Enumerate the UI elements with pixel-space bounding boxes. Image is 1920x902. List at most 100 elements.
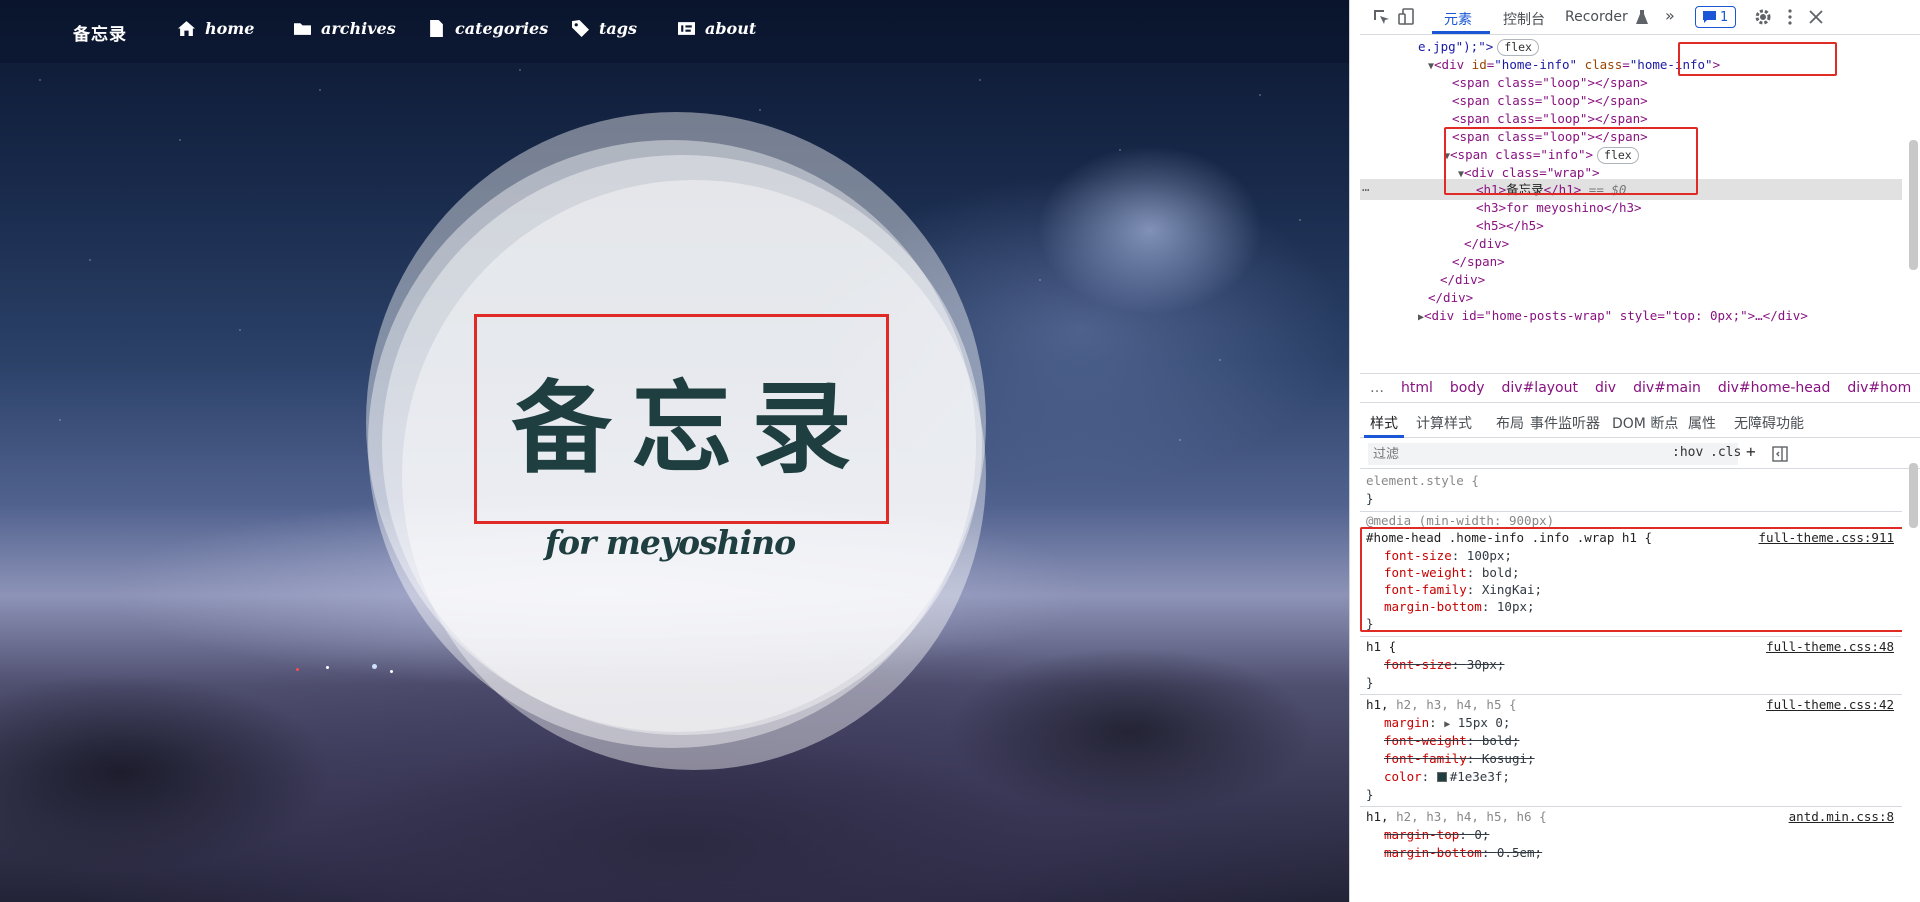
close-devtools-icon[interactable] [1807,8,1825,26]
css-declaration-overridden[interactable]: font-family: Kosugi; [1366,750,1898,768]
selector-text-dim: h2, h3, h4, h5 { [1396,697,1517,712]
nav-about[interactable]: about [678,19,756,38]
message-icon [1703,11,1716,23]
breadcrumb: … html body div#layout div div#main div#… [1360,373,1920,403]
tree-line[interactable]: ▶<div id="home-posts-wrap" style="top: 0… [1360,305,1902,326]
tree-tag: </div> [1428,290,1474,305]
breadcrumb-item[interactable]: div#layout [1502,380,1578,396]
rule-selector[interactable]: element.style { [1366,472,1898,490]
css-value: 0; [1474,827,1490,842]
css-property: font-size [1384,657,1452,672]
subtab-accessibility[interactable]: 无障碍功能 [1734,413,1804,433]
breadcrumb-item[interactable]: html [1401,380,1433,396]
tree-attr-value: "home-info" [1494,57,1578,72]
site-brand[interactable]: 备忘录 [73,20,127,45]
css-value: #1e3e3f; [1449,769,1510,784]
styles-scrollbar-thumb[interactable] [1909,463,1918,528]
add-rule-icon[interactable]: + [1746,442,1756,461]
tree-tag: <div id="home-posts-wrap" style="top: 0p… [1424,308,1808,323]
nav-archives[interactable]: archives [294,19,396,38]
selector-text: element.style { [1366,473,1479,488]
css-value: 15px 0; [1457,715,1511,730]
inspect-element-icon[interactable] [1372,8,1390,26]
source-link[interactable]: full-theme.css:48 [1766,638,1894,656]
subtab-active-indicator [1364,435,1404,438]
css-value: Kosugi; [1481,751,1535,766]
subtab-computed[interactable]: 计算样式 [1416,413,1472,433]
toggle-sidebar-icon[interactable] [1772,446,1788,462]
highlight-box-rule [1360,527,1902,632]
breadcrumb-overflow[interactable]: … [1370,380,1384,396]
elements-tree: e.jpg");"> flex ▼<div id="home-info" clas… [1360,36,1902,369]
class-toggle-button[interactable]: .cls [1710,445,1741,460]
tab-recorder[interactable]: Recorder [1565,9,1628,25]
tree-scrollbar-thumb[interactable] [1909,140,1918,270]
tree-tag: </span> [1452,254,1505,269]
breadcrumb-item[interactable]: div#home-head [1718,380,1831,396]
subtab-layout[interactable]: 布局 [1496,413,1524,433]
highlight-box-class [1678,42,1837,76]
css-property: color [1384,769,1422,784]
expand-triangle-icon[interactable]: ▶ [1444,719,1450,730]
css-declaration-overridden[interactable]: margin-top: 0; [1366,826,1898,844]
more-tabs-icon[interactable]: » [1665,6,1675,25]
tree-tag: <span class="loop"></span> [1452,75,1648,90]
source-link[interactable]: antd.min.css:8 [1789,808,1894,826]
highlight-box-info [1444,127,1698,195]
home-icon [178,21,195,36]
tree-tag: <h5></h5> [1476,218,1544,233]
devtools-toolbar: 元素 控制台 Recorder » 1 [1360,0,1920,35]
css-declaration-overridden[interactable]: font-weight: bold; [1366,732,1898,750]
source-link[interactable]: full-theme.css:42 [1766,696,1894,714]
nav-archives-label: archives [321,19,396,38]
page-title: 备忘录 [511,368,872,487]
settings-gear-icon[interactable] [1754,8,1772,26]
styles-filter-bar: :hov .cls + [1360,439,1920,469]
breadcrumb-item[interactable]: body [1450,380,1485,396]
tab-elements[interactable]: 元素 [1444,9,1472,29]
brace: } [1366,675,1374,690]
media-query-text: @media (min-width: 900px) [1366,513,1555,528]
selector-text: h1, [1366,697,1389,712]
nav-categories-label: categories [455,19,549,38]
issues-badge[interactable]: 1 [1695,6,1737,28]
subtab-dom-breakpoints[interactable]: DOM 断点 [1612,413,1678,433]
kebab-menu-icon[interactable] [1781,8,1799,26]
top-navbar: 备忘录 home archives categories tags about [0,0,1349,63]
nav-categories[interactable]: categories [428,19,548,38]
subtab-properties[interactable]: 属性 [1688,413,1716,433]
tree-tag: <span class="loop"></span> [1452,93,1648,108]
nav-home[interactable]: home [178,19,254,38]
hover-state-button[interactable]: :hov [1672,445,1703,460]
device-toggle-icon[interactable] [1398,8,1416,26]
css-declaration[interactable]: color: #1e3e3f; [1366,768,1898,786]
color-swatch[interactable] [1436,771,1447,782]
breadcrumb-item[interactable]: div#hom [1847,380,1911,396]
breadcrumb-item[interactable]: div#main [1633,380,1701,396]
css-declaration-overridden[interactable]: font-size: 30px; [1366,656,1898,674]
rule-selector[interactable]: h1, h2, h3, h4, h5 { full-theme.css:42 [1366,696,1898,714]
flask-icon [1636,10,1648,24]
rule-selector[interactable]: h1, h2, h3, h4, h5, h6 {antd.min.css:8 [1366,808,1898,826]
tree-tag: </div> [1464,236,1510,251]
css-property: margin-bottom [1384,845,1482,860]
selector-text-dim: h2, h3, h4, h5, h6 { [1396,809,1547,824]
css-declaration-overridden[interactable]: margin-bottom: 0.5em; [1366,844,1898,862]
css-rules-pane: element.style { } @media (min-width: 900… [1360,470,1902,902]
rule-selector[interactable]: h1 {full-theme.css:48 [1366,638,1898,656]
brace: } [1366,787,1374,802]
subtab-styles[interactable]: 样式 [1370,413,1398,433]
rule-brace: } [1366,490,1898,508]
tab-console[interactable]: 控制台 [1503,9,1545,29]
tree-attr: id [1471,57,1487,72]
tab-active-indicator [1432,31,1490,34]
styles-subtabs: 样式 计算样式 布局 事件监听器 DOM 断点 属性 无障碍功能 [1360,404,1920,438]
issues-count: 1 [1720,9,1729,25]
subtab-event-listeners[interactable]: 事件监听器 [1530,413,1600,433]
rule-divider [1360,636,1902,637]
breadcrumb-item[interactable]: div [1595,380,1616,396]
tree-tag: <span class="loop"></span> [1452,111,1648,126]
nav-tags[interactable]: tags [572,19,637,38]
css-declaration[interactable]: margin: ▶ 15px 0; [1366,714,1898,732]
css-property: margin-top [1384,827,1460,842]
